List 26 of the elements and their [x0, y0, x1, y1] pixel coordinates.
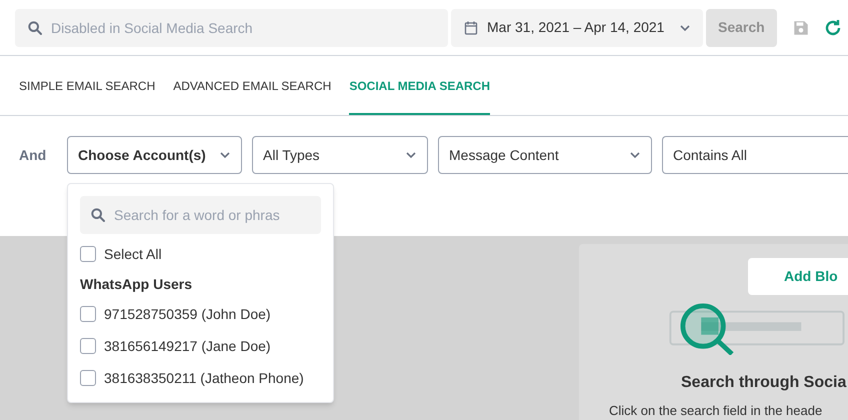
tab[interactable]: SOCIAL MEDIA SEARCH: [349, 56, 490, 115]
search-icon: [90, 207, 106, 223]
checkbox-option[interactable]: Select All: [80, 238, 321, 270]
calendar-icon: [463, 20, 479, 36]
checkbox[interactable]: [80, 246, 96, 262]
group-heading: WhatsApp Users: [80, 274, 194, 294]
menu-search-field[interactable]: Search for a word or phras: [80, 196, 321, 234]
operator-label: And: [19, 146, 48, 164]
checkbox[interactable]: [80, 306, 96, 322]
tab[interactable]: ADVANCED EMAIL SEARCH: [173, 56, 332, 115]
dropdown[interactable]: Message Content: [438, 136, 652, 174]
checkbox[interactable]: [80, 370, 96, 386]
empty-state-title: Search through Socia: [681, 372, 846, 392]
dropdown[interactable]: Choose Account(s): [67, 136, 242, 174]
checkbox-option[interactable]: 971528750359 (John Doe): [80, 298, 321, 330]
date-range-picker[interactable]: Mar 31, 2021 – Apr 14, 2021: [451, 8, 703, 46]
add-block-button[interactable]: Add Blo: [748, 258, 848, 295]
empty-state-text: Click on the search field in the heade: [609, 402, 822, 420]
dropdown[interactable]: All Types: [252, 136, 428, 174]
checkbox-option[interactable]: 381638350211 (Jatheon Phone): [80, 362, 321, 394]
checkbox[interactable]: [80, 338, 96, 354]
tab[interactable]: SIMPLE EMAIL SEARCH: [19, 56, 156, 115]
condition-field[interactable]: Contains All: [662, 136, 848, 174]
checkbox-option[interactable]: 381656149217 (Jane Doe): [80, 330, 321, 362]
search-icon: [27, 20, 43, 36]
save-icon[interactable]: [792, 18, 810, 36]
